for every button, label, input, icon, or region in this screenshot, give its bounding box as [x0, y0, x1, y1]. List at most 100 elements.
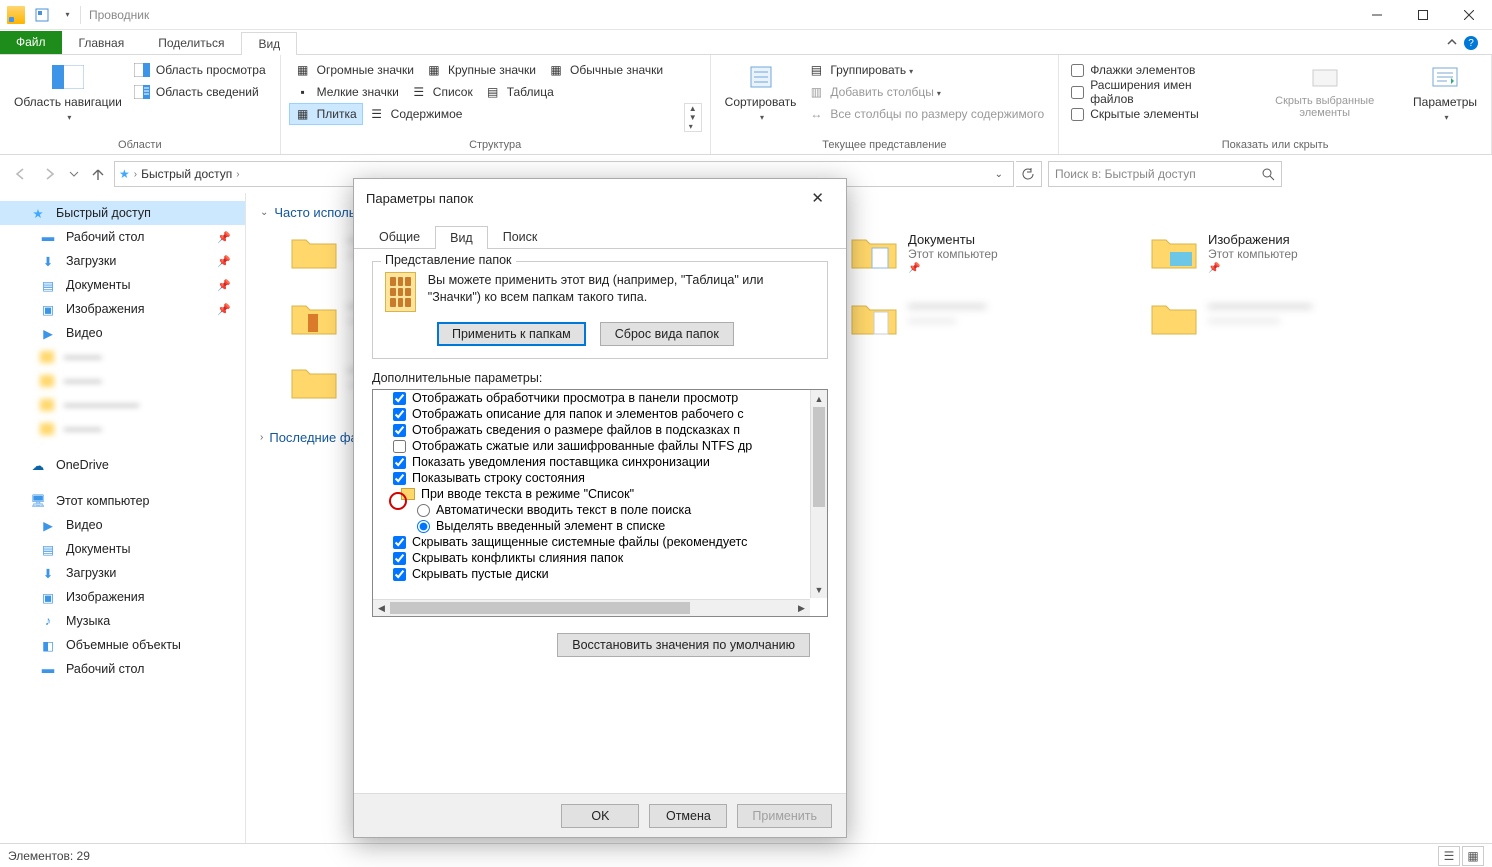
- maximize-button[interactable]: [1400, 0, 1446, 30]
- sidebar-quick-access[interactable]: ★ Быстрый доступ: [0, 201, 245, 225]
- sidebar-item-blurred[interactable]: ——————: [0, 393, 245, 417]
- sidebar-onedrive[interactable]: ☁OneDrive: [0, 453, 245, 477]
- sidebar-item-blurred[interactable]: ———: [0, 345, 245, 369]
- tile-blurred[interactable]: ——————————: [850, 298, 1090, 338]
- tree-item-hide-merge-conflicts[interactable]: Скрывать конфликты слияния папок: [373, 550, 827, 566]
- reset-folders-button[interactable]: Сброс вида папок: [600, 322, 734, 346]
- scroll-up-arrow[interactable]: ▲: [811, 390, 827, 407]
- breadcrumb-quick-access[interactable]: Быстрый доступ: [137, 167, 236, 181]
- sort-by-button[interactable]: Сортировать: [719, 59, 803, 137]
- sidebar-item-blurred[interactable]: ———: [0, 369, 245, 393]
- sidebar-pc-music[interactable]: ♪Музыка: [0, 609, 245, 633]
- vertical-scrollbar[interactable]: ▲▼: [810, 390, 827, 598]
- view-content[interactable]: ☰Содержимое: [363, 103, 469, 125]
- sidebar-pc-desktop[interactable]: ▬Рабочий стол: [0, 657, 245, 681]
- tile-pictures[interactable]: ИзображенияЭтот компьютер📌: [1150, 232, 1390, 274]
- sidebar-pc-documents[interactable]: ▤Документы: [0, 537, 245, 561]
- view-extra-large-icons[interactable]: ▦Огромные значки: [289, 59, 420, 81]
- details-pane-button[interactable]: Область сведений: [128, 81, 272, 103]
- tile-blurred[interactable]: ——————————————: [1150, 298, 1390, 338]
- search-input[interactable]: Поиск в: Быстрый доступ: [1048, 161, 1282, 187]
- address-dropdown[interactable]: ⌄: [989, 169, 1009, 180]
- restore-defaults-button[interactable]: Восстановить значения по умолчанию: [557, 633, 810, 657]
- forward-button[interactable]: [36, 160, 64, 188]
- dialog-close-button[interactable]: ✕: [801, 183, 834, 213]
- navigation-pane-button[interactable]: Область навигации: [8, 59, 128, 137]
- scroll-down-arrow[interactable]: ▼: [811, 581, 827, 598]
- tree-item-hide-protected[interactable]: Скрывать защищенные системные файлы (рек…: [373, 534, 827, 550]
- preview-pane-button[interactable]: Область просмотра: [128, 59, 272, 81]
- sidebar-pictures[interactable]: ▣Изображения📌: [0, 297, 245, 321]
- qat-properties-icon[interactable]: [30, 3, 54, 27]
- qat-customize-dropdown[interactable]: [54, 3, 78, 27]
- apply-button[interactable]: Применить: [737, 804, 832, 828]
- tile-documents[interactable]: ДокументыЭтот компьютер📌: [850, 232, 1090, 274]
- group-by-button[interactable]: ▤Группировать: [802, 59, 1050, 81]
- advanced-settings-tree[interactable]: Отображать обработчики просмотра в панел…: [372, 389, 828, 617]
- tree-item-hide-empty-drives[interactable]: Скрывать пустые диски: [373, 566, 827, 582]
- tree-item-descriptions[interactable]: Отображать описание для папок и элементо…: [373, 406, 827, 422]
- hidden-items-checkbox[interactable]: Скрытые элементы: [1067, 103, 1242, 125]
- tab-home[interactable]: Главная: [62, 31, 142, 54]
- view-tiles[interactable]: ▦Плитка: [289, 103, 363, 125]
- help-button[interactable]: ?: [1464, 36, 1478, 50]
- up-button[interactable]: [84, 160, 112, 188]
- scroll-left-arrow[interactable]: ◀: [373, 600, 390, 616]
- tab-share[interactable]: Поделиться: [141, 31, 241, 54]
- options-button[interactable]: Параметры: [1407, 59, 1483, 137]
- scroll-track[interactable]: [811, 407, 827, 581]
- tree-item-sync-notifications[interactable]: Показать уведомления поставщика синхрони…: [373, 454, 827, 470]
- horizontal-scrollbar[interactable]: ◀▶: [373, 599, 810, 616]
- tab-file[interactable]: Файл: [0, 31, 62, 54]
- cancel-button[interactable]: Отмена: [649, 804, 727, 828]
- hide-selected-button[interactable]: Скрыть выбранные элементы: [1242, 59, 1407, 137]
- autosize-columns-button[interactable]: ↔Все столбцы по размеру содержимого: [802, 103, 1050, 125]
- sidebar-pc-pictures[interactable]: ▣Изображения: [0, 585, 245, 609]
- apply-to-folders-button[interactable]: Применить к папкам: [437, 322, 586, 346]
- view-details-toggle[interactable]: ☰: [1438, 846, 1460, 866]
- add-columns-button[interactable]: ▥Добавить столбцы: [802, 81, 1050, 103]
- minimize-button[interactable]: [1354, 0, 1400, 30]
- sidebar-item-blurred[interactable]: ———: [0, 417, 245, 441]
- sidebar-documents[interactable]: ▤Документы📌: [0, 273, 245, 297]
- view-medium-icons[interactable]: ▦Обычные значки: [542, 59, 669, 81]
- view-tiles-toggle[interactable]: ▦: [1462, 846, 1484, 866]
- tab-view[interactable]: Вид: [241, 32, 297, 55]
- view-details[interactable]: ▤Таблица: [479, 81, 560, 103]
- scroll-thumb[interactable]: [390, 602, 690, 614]
- tree-item-status-bar[interactable]: Показывать строку состояния: [373, 470, 827, 486]
- close-button[interactable]: [1446, 0, 1492, 30]
- sidebar-videos[interactable]: ▶Видео: [0, 321, 245, 345]
- recent-dropdown[interactable]: [66, 160, 82, 188]
- sidebar-pc-3d[interactable]: ◧Объемные объекты: [0, 633, 245, 657]
- groupbox-title: Представление папок: [381, 253, 516, 267]
- tree-item-ntfs-color[interactable]: Отображать сжатые или зашифрованные файл…: [373, 438, 827, 454]
- dialog-tab-general[interactable]: Общие: [364, 225, 435, 248]
- tree-item-preview-handlers[interactable]: Отображать обработчики просмотра в панел…: [373, 390, 827, 406]
- layout-scroll-up[interactable]: ▲: [685, 104, 701, 113]
- sidebar-desktop[interactable]: ▬Рабочий стол📌: [0, 225, 245, 249]
- scroll-track[interactable]: [390, 600, 793, 616]
- sidebar-downloads[interactable]: ⬇Загрузки📌: [0, 249, 245, 273]
- tree-radio-select-item[interactable]: Выделять введенный элемент в списке: [373, 518, 827, 534]
- view-list[interactable]: ☰Список: [405, 81, 479, 103]
- sidebar-this-pc[interactable]: 🖥Этот компьютер: [0, 489, 245, 513]
- scroll-thumb[interactable]: [813, 407, 825, 507]
- tree-item-size-tooltips[interactable]: Отображать сведения о размере файлов в п…: [373, 422, 827, 438]
- ribbon-collapse-button[interactable]: [1446, 36, 1458, 50]
- dialog-tab-view[interactable]: Вид: [435, 226, 488, 249]
- view-small-icons[interactable]: ▪Мелкие значки: [289, 81, 405, 103]
- tree-radio-search-box[interactable]: Автоматически вводить текст в поле поиск…: [373, 502, 827, 518]
- dialog-tab-search[interactable]: Поиск: [488, 225, 553, 248]
- refresh-button[interactable]: [1016, 161, 1042, 187]
- large-icons-icon: ▦: [426, 62, 442, 78]
- layout-scroll-down[interactable]: ▼: [685, 113, 701, 122]
- layout-more-dropdown[interactable]: ▾: [685, 122, 701, 131]
- back-button[interactable]: [6, 160, 34, 188]
- file-extensions-checkbox[interactable]: Расширения имен файлов: [1067, 81, 1242, 103]
- sidebar-pc-videos[interactable]: ▶Видео: [0, 513, 245, 537]
- scroll-right-arrow[interactable]: ▶: [793, 600, 810, 616]
- view-large-icons[interactable]: ▦Крупные значки: [420, 59, 542, 81]
- ok-button[interactable]: OK: [561, 804, 639, 828]
- sidebar-pc-downloads[interactable]: ⬇Загрузки: [0, 561, 245, 585]
